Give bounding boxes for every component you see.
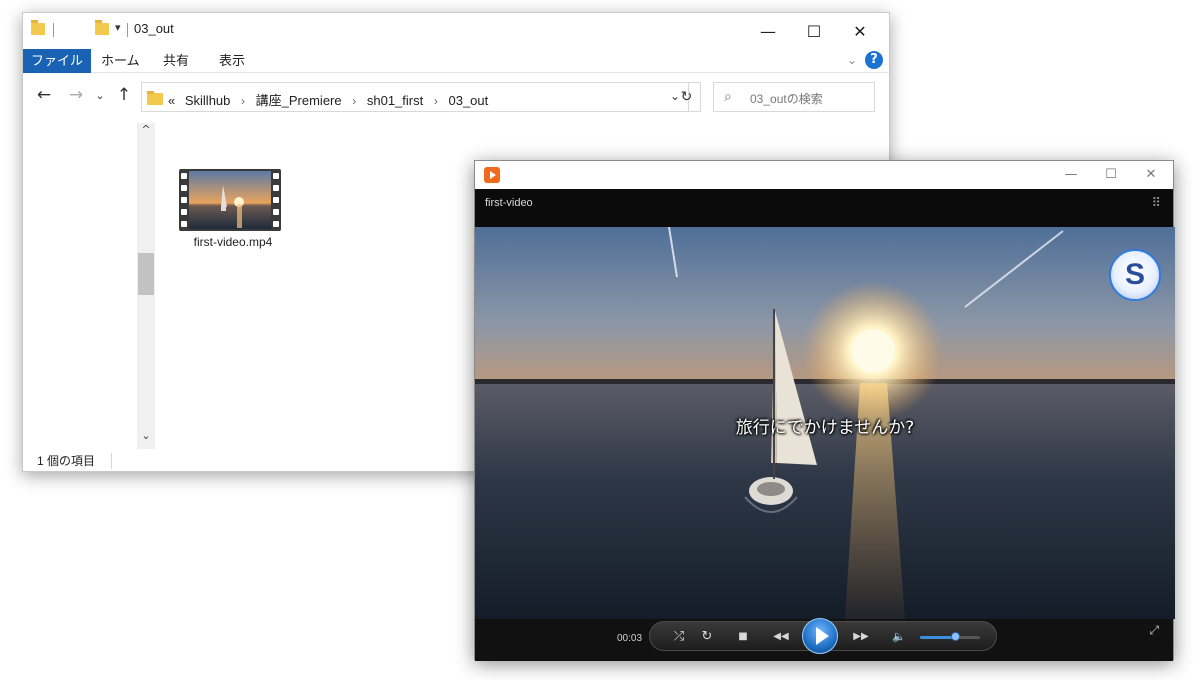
film-sprocket: [181, 197, 187, 203]
search-box[interactable]: ⌕ 03_outの検索: [713, 82, 875, 112]
rewind-button[interactable]: ◀◀: [766, 628, 796, 646]
breadcrumb-separator[interactable]: ›: [352, 94, 356, 108]
elapsed-time: 00:03: [617, 633, 643, 644]
desktop: ▾ 03_out — ☐ ✕ ファイル ホーム 共有 表示 ⌄ ? ← → ⌄ …: [0, 0, 1200, 680]
repeat-icon[interactable]: ↻: [696, 628, 718, 646]
volume-knob[interactable]: [951, 632, 960, 641]
switch-to-library-icon[interactable]: ⠿: [1151, 196, 1161, 211]
scroll-down-icon[interactable]: ⌄: [137, 429, 155, 449]
film-sprocket: [181, 185, 187, 191]
film-sprocket: [273, 173, 279, 179]
breadcrumb-item[interactable]: sh01_first: [367, 93, 423, 108]
maximize-button[interactable]: ☐: [791, 13, 837, 49]
ribbon-tabs: ファイル ホーム 共有 表示 ⌄ ?: [23, 49, 889, 73]
explorer-titlebar: ▾ 03_out — ☐ ✕: [23, 13, 889, 49]
film-sprocket: [273, 185, 279, 191]
navigation-bar: ← → ⌄ ↑ « Skillhub › 講座_Premiere › sh01_…: [23, 79, 889, 113]
minimize-button[interactable]: —: [1051, 163, 1091, 187]
help-icon[interactable]: ?: [865, 51, 883, 69]
video-subtitle: 旅行にでかけませんか?: [735, 418, 915, 438]
divider: [127, 23, 128, 37]
breadcrumb-overflow[interactable]: «: [168, 93, 175, 108]
play-icon: [815, 627, 829, 645]
shuffle-icon[interactable]: ⤮: [668, 628, 690, 646]
tab-view[interactable]: 表示: [209, 49, 255, 73]
tab-home[interactable]: ホーム: [91, 49, 150, 73]
breadcrumb-separator[interactable]: ›: [241, 94, 245, 108]
scroll-up-icon[interactable]: ^: [137, 123, 155, 143]
address-bar[interactable]: « Skillhub › 講座_Premiere › sh01_first › …: [141, 82, 689, 112]
breadcrumb-item[interactable]: 03_out: [448, 93, 488, 108]
file-name[interactable]: first-video.mp4: [173, 235, 293, 249]
scrollbar-thumb[interactable]: [138, 253, 154, 295]
search-icon: ⌕: [724, 89, 732, 105]
folder-icon: [31, 20, 45, 35]
window-title: 03_out: [134, 21, 174, 36]
minimize-button[interactable]: —: [745, 13, 791, 49]
recent-locations-icon[interactable]: ⌄: [89, 89, 111, 102]
maximize-button[interactable]: ☐: [1091, 163, 1131, 187]
control-bar: ⤮ ↻ ■ ◀◀ ▶▶ 🔈: [649, 618, 997, 654]
volume-slider[interactable]: [920, 632, 980, 641]
search-input[interactable]: 03_outの検索: [750, 90, 823, 107]
up-button[interactable]: ↑: [113, 85, 135, 105]
breadcrumb: « Skillhub › 講座_Premiere › sh01_first › …: [168, 90, 488, 109]
video-thumbnail: [179, 169, 281, 231]
file-item[interactable]: first-video.mp4: [173, 165, 293, 255]
forward-button[interactable]: →: [65, 85, 87, 105]
skillhub-logo: S: [1109, 249, 1161, 301]
stop-button[interactable]: ■: [732, 628, 754, 646]
navigation-pane-scrollbar[interactable]: ^ ⌄: [137, 123, 155, 449]
expand-ribbon-icon[interactable]: ⌄: [847, 53, 857, 67]
player-header: first-video ⠿: [475, 189, 1173, 227]
divider: [111, 453, 112, 469]
close-button[interactable]: ✕: [837, 13, 883, 49]
film-sprocket: [181, 209, 187, 215]
mute-icon[interactable]: 🔈: [888, 628, 910, 646]
film-sprocket: [181, 173, 187, 179]
tab-file[interactable]: ファイル: [23, 49, 91, 73]
switch-to-full-screen-icon[interactable]: ⤢: [1149, 623, 1159, 638]
film-sprocket: [273, 221, 279, 227]
quick-access-dropdown-icon[interactable]: ▾: [115, 21, 121, 34]
refresh-button[interactable]: ↻: [673, 82, 701, 112]
breadcrumb-separator[interactable]: ›: [434, 94, 438, 108]
video-frame[interactable]: S 旅行にでかけませんか?: [475, 227, 1175, 619]
breadcrumb-item[interactable]: Skillhub: [185, 93, 231, 108]
film-sprocket: [273, 209, 279, 215]
divider: [53, 23, 54, 37]
video-title: first-video: [485, 197, 533, 209]
media-player-app-icon: [484, 167, 500, 183]
playback-controls: 00:03 ⤮ ↻ ■ ◀◀ ▶▶ 🔈 ⤢: [475, 618, 1173, 661]
film-sprocket: [273, 197, 279, 203]
tab-share[interactable]: 共有: [153, 49, 199, 73]
close-button[interactable]: ✕: [1131, 163, 1171, 187]
media-player-window: — ☐ ✕ first-video ⠿ S 旅行にでかけませんか? 00:03 …: [474, 160, 1175, 661]
back-button[interactable]: ←: [33, 85, 55, 105]
item-count: 1 個の項目: [37, 454, 96, 468]
folder-icon: [147, 91, 163, 105]
new-folder-icon[interactable]: [95, 20, 109, 35]
play-button[interactable]: [802, 618, 838, 654]
film-sprocket: [181, 221, 187, 227]
fast-forward-button[interactable]: ▶▶: [846, 628, 876, 646]
player-titlebar: — ☐ ✕: [475, 161, 1173, 189]
breadcrumb-item[interactable]: 講座_Premiere: [256, 93, 342, 108]
